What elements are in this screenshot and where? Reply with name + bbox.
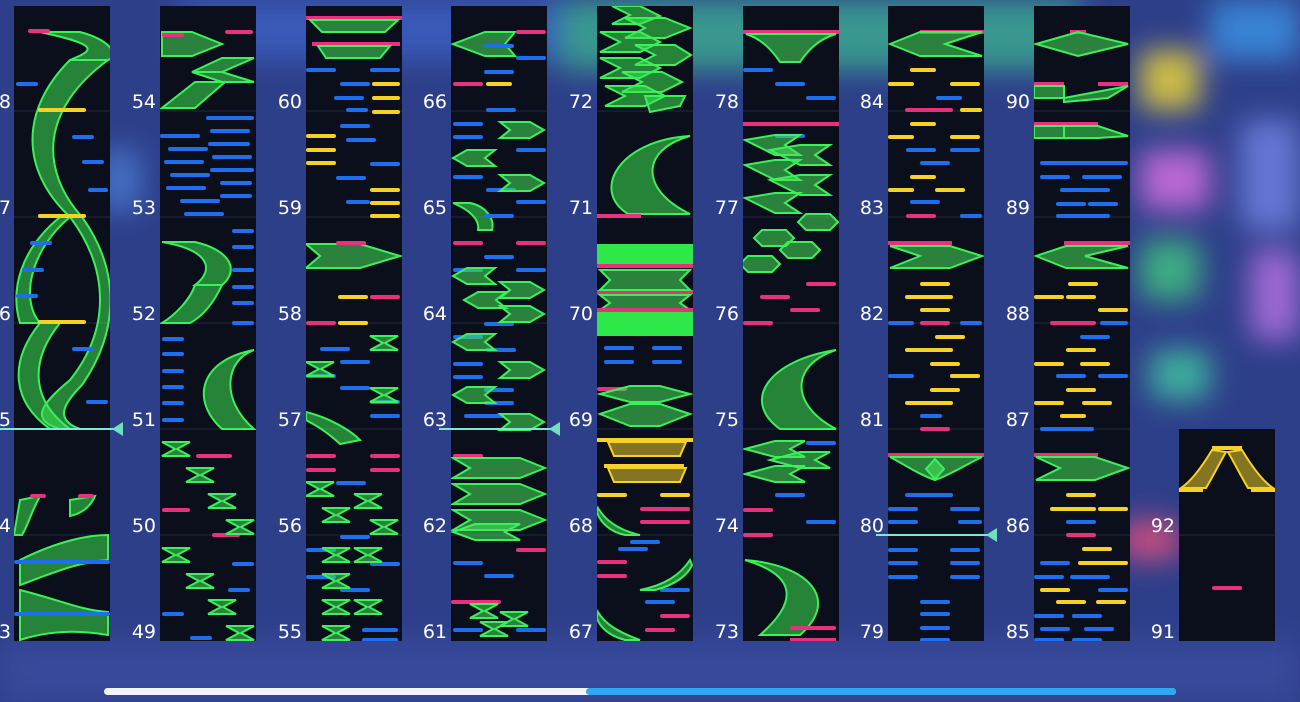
bar-number: 57 bbox=[278, 409, 302, 431]
bar-number: 55 bbox=[278, 621, 302, 643]
bar-number: 71 bbox=[569, 197, 593, 219]
chart-column bbox=[451, 6, 547, 641]
bar-number: 46 bbox=[0, 303, 11, 325]
bar-number: 53 bbox=[132, 197, 156, 219]
bar-number: 51 bbox=[132, 409, 156, 431]
bar-number: 84 bbox=[860, 91, 884, 113]
bar-number: 61 bbox=[423, 621, 447, 643]
bar-number: 68 bbox=[569, 515, 593, 537]
bar-number: 70 bbox=[569, 303, 593, 325]
bar-number: 87 bbox=[1006, 409, 1030, 431]
bar-number: 52 bbox=[132, 303, 156, 325]
bar-number: 47 bbox=[0, 197, 11, 219]
chart-column bbox=[888, 6, 984, 641]
bar-number: 59 bbox=[278, 197, 302, 219]
bar-number: 92 bbox=[1151, 515, 1175, 537]
bar-number: 44 bbox=[0, 515, 11, 537]
horizontal-scrollbar[interactable] bbox=[104, 688, 1176, 695]
bar-number: 82 bbox=[860, 303, 884, 325]
chart-column bbox=[597, 6, 693, 641]
bar-number: 45 bbox=[0, 409, 11, 431]
bar-number: 85 bbox=[1006, 621, 1030, 643]
chart-column bbox=[1034, 6, 1130, 641]
bar-number: 77 bbox=[715, 197, 739, 219]
chart-board: 48 47 46 45 44 43 54 53 52 51 50 49 60 5… bbox=[0, 6, 1275, 643]
bar-number: 60 bbox=[278, 91, 302, 113]
bar-number: 75 bbox=[715, 409, 739, 431]
bar-number: 62 bbox=[423, 515, 447, 537]
bar-number: 83 bbox=[860, 197, 884, 219]
bar-number: 86 bbox=[1006, 515, 1030, 537]
bar-number: 43 bbox=[0, 621, 11, 643]
bar-number: 91 bbox=[1151, 621, 1175, 643]
bar-number: 56 bbox=[278, 515, 302, 537]
bar-number: 49 bbox=[132, 621, 156, 643]
bar-number: 79 bbox=[860, 621, 884, 643]
bar-number: 76 bbox=[715, 303, 739, 325]
bar-number: 72 bbox=[569, 91, 593, 113]
bar-number: 80 bbox=[860, 515, 884, 537]
bar-number: 63 bbox=[423, 409, 447, 431]
chart-column bbox=[14, 6, 110, 641]
scrollbar-thumb[interactable] bbox=[586, 688, 1176, 695]
bar-number: 65 bbox=[423, 197, 447, 219]
bar-number: 69 bbox=[569, 409, 593, 431]
bar-number: 50 bbox=[132, 515, 156, 537]
bar-number: 74 bbox=[715, 515, 739, 537]
chart-column bbox=[160, 6, 256, 641]
bar-number: 48 bbox=[0, 91, 11, 113]
chart-column bbox=[743, 6, 839, 641]
bar-number: 89 bbox=[1006, 197, 1030, 219]
chart-column bbox=[1179, 429, 1275, 641]
bar-number: 88 bbox=[1006, 303, 1030, 325]
bar-number: 64 bbox=[423, 303, 447, 325]
bar-number: 90 bbox=[1006, 91, 1030, 113]
bar-number: 67 bbox=[569, 621, 593, 643]
bar-number: 81 bbox=[860, 409, 884, 431]
chart-column bbox=[306, 6, 402, 641]
bar-number: 58 bbox=[278, 303, 302, 325]
bar-number: 73 bbox=[715, 621, 739, 643]
bar-number: 78 bbox=[715, 91, 739, 113]
bar-number: 66 bbox=[423, 91, 447, 113]
bar-number: 54 bbox=[132, 91, 156, 113]
